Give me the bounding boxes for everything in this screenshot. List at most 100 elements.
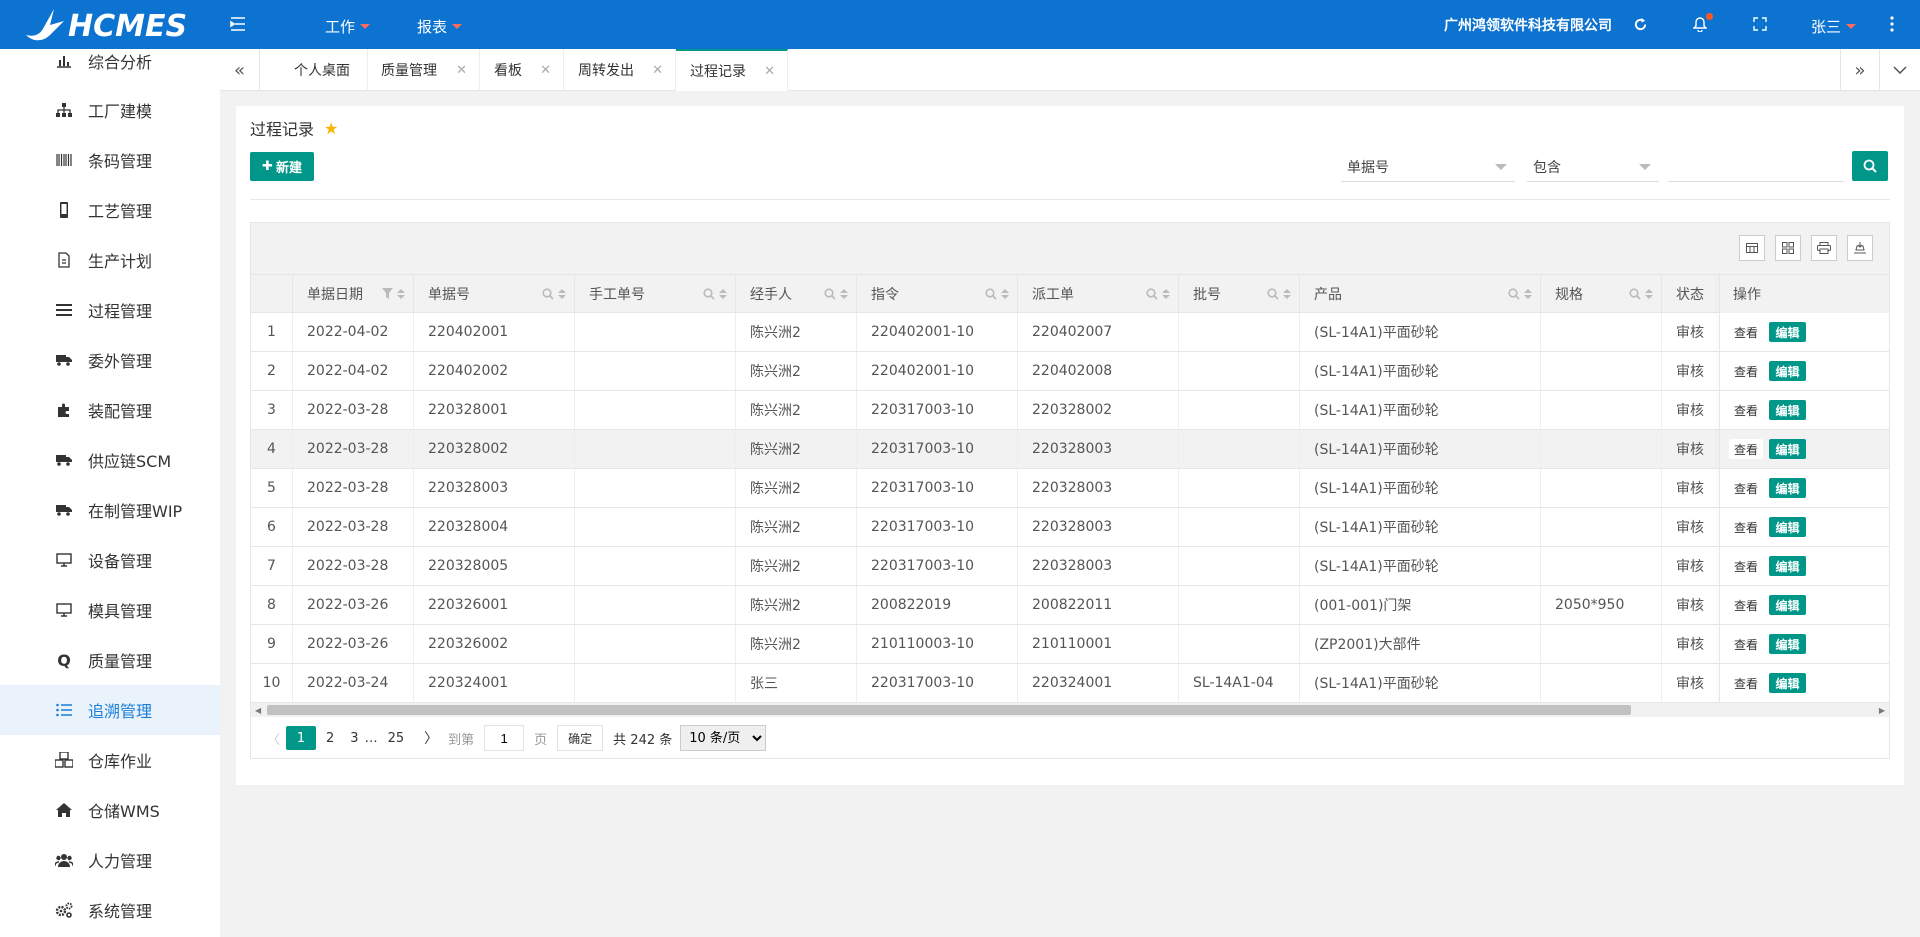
sort-icon[interactable] bbox=[1162, 289, 1170, 299]
edit-button[interactable]: 编辑 bbox=[1769, 595, 1806, 615]
page-3[interactable]: 3 bbox=[344, 726, 364, 750]
view-button[interactable]: 查看 bbox=[1729, 478, 1763, 498]
search-icon[interactable] bbox=[824, 288, 836, 300]
table-row[interactable]: 1 2022-04-02 220402001 陈兴洲2 220402001-10 2204… bbox=[251, 313, 1889, 352]
top-menu-work[interactable]: 工作 bbox=[325, 16, 371, 37]
top-menu-report[interactable]: 报表 bbox=[417, 16, 463, 37]
bell-icon[interactable] bbox=[1690, 13, 1713, 34]
prev-page-icon[interactable]: 〈 bbox=[261, 726, 286, 750]
next-page-icon[interactable]: 〉 bbox=[418, 726, 444, 750]
sidebar-item-warehouse-ops[interactable]: 仓库作业 bbox=[0, 735, 220, 785]
view-button[interactable]: 查看 bbox=[1729, 556, 1763, 576]
sort-icon[interactable] bbox=[1001, 289, 1009, 299]
edit-button[interactable]: 编辑 bbox=[1769, 517, 1806, 537]
table-row[interactable]: 9 2022-03-26 220326002 陈兴洲2 210110003-10 2101… bbox=[251, 625, 1889, 664]
fullscreen-icon[interactable] bbox=[1750, 14, 1770, 34]
columns-icon[interactable] bbox=[1739, 235, 1765, 261]
search-icon[interactable] bbox=[542, 288, 554, 300]
filter-icon[interactable] bbox=[382, 288, 393, 299]
grid-filter-icon[interactable] bbox=[1775, 235, 1801, 261]
sidebar-item-scm[interactable]: 供应链SCM bbox=[0, 435, 220, 485]
scrollbar-thumb[interactable] bbox=[267, 705, 1631, 715]
col-spec[interactable]: 规格 bbox=[1541, 275, 1662, 313]
search-icon[interactable] bbox=[1629, 288, 1641, 300]
sort-icon[interactable] bbox=[719, 289, 727, 299]
view-button[interactable]: 查看 bbox=[1729, 595, 1763, 615]
sidebar-item-hr[interactable]: 人力管理 bbox=[0, 835, 220, 885]
view-button[interactable]: 查看 bbox=[1729, 400, 1763, 420]
view-button[interactable]: 查看 bbox=[1729, 361, 1763, 381]
sidebar-item-factory[interactable]: 工厂建模 bbox=[0, 85, 220, 135]
table-row[interactable]: 6 2022-03-28 220328004 陈兴洲2 220317003-10 2203… bbox=[251, 508, 1889, 547]
search-icon[interactable] bbox=[1267, 288, 1279, 300]
sort-icon[interactable] bbox=[1645, 289, 1653, 299]
goto-page-input[interactable] bbox=[484, 725, 525, 751]
view-button[interactable]: 查看 bbox=[1729, 517, 1763, 537]
table-row[interactable]: 2 2022-04-02 220402002 陈兴洲2 220402001-10 2204… bbox=[251, 352, 1889, 391]
sidebar-item-analysis[interactable]: 综合分析 bbox=[0, 49, 220, 86]
table-row[interactable]: 3 2022-03-28 220328001 陈兴洲2 220317003-10 2203… bbox=[251, 391, 1889, 430]
edit-button[interactable]: 编辑 bbox=[1769, 634, 1806, 654]
star-icon[interactable]: ★ bbox=[324, 119, 338, 138]
sidebar-item-equipment[interactable]: 设备管理 bbox=[0, 535, 220, 585]
tab-desktop[interactable]: 个人桌面 bbox=[260, 49, 368, 91]
col-handler[interactable]: 经手人 bbox=[736, 275, 857, 313]
sidebar-item-wip[interactable]: 在制管理WIP bbox=[0, 485, 220, 535]
print-icon[interactable] bbox=[1811, 235, 1837, 261]
col-doc-no[interactable]: 单据号 bbox=[414, 275, 575, 313]
edit-button[interactable]: 编辑 bbox=[1769, 478, 1806, 498]
col-manual-no[interactable]: 手工单号 bbox=[575, 275, 736, 313]
col-batch[interactable]: 批号 bbox=[1179, 275, 1300, 313]
scroll-left-arrow-icon[interactable]: ◀ bbox=[255, 706, 261, 715]
edit-button[interactable]: 编辑 bbox=[1769, 673, 1806, 693]
close-icon[interactable]: ✕ bbox=[652, 63, 663, 78]
page-1[interactable]: 1 bbox=[286, 726, 317, 750]
view-button[interactable]: 查看 bbox=[1729, 439, 1763, 459]
export-icon[interactable] bbox=[1847, 235, 1873, 261]
new-button[interactable]: ✚ 新建 bbox=[250, 152, 314, 181]
view-button[interactable]: 查看 bbox=[1729, 634, 1763, 654]
search-icon[interactable] bbox=[703, 288, 715, 300]
refresh-icon[interactable] bbox=[1630, 14, 1650, 34]
col-date[interactable]: 单据日期 bbox=[293, 275, 414, 313]
tab-menu-chevron-down-icon[interactable] bbox=[1880, 49, 1920, 91]
sidebar-item-system[interactable]: 系统管理 bbox=[0, 885, 220, 935]
horizontal-scrollbar[interactable]: ◀ ▶ bbox=[251, 703, 1889, 717]
edit-button[interactable]: 编辑 bbox=[1769, 322, 1806, 342]
page-25[interactable]: 25 bbox=[382, 726, 411, 750]
sidebar-item-mold[interactable]: 模具管理 bbox=[0, 585, 220, 635]
tab-turnover[interactable]: 周转发出 ✕ bbox=[564, 49, 676, 91]
sidebar-item-barcode[interactable]: 条码管理 bbox=[0, 135, 220, 185]
tab-quality[interactable]: 质量管理 ✕ bbox=[368, 49, 480, 91]
sidebar-item-assembly[interactable]: 装配管理 bbox=[0, 385, 220, 435]
sort-icon[interactable] bbox=[558, 289, 566, 299]
tab-scroll-right-icon[interactable]: » bbox=[1840, 49, 1880, 91]
tab-scroll-left-icon[interactable]: « bbox=[220, 49, 260, 91]
filter-value-input[interactable] bbox=[1668, 152, 1844, 182]
search-icon[interactable] bbox=[1146, 288, 1158, 300]
edit-button[interactable]: 编辑 bbox=[1769, 556, 1806, 576]
user-menu[interactable]: 张三 bbox=[1811, 16, 1857, 37]
filter-op-select[interactable]: 包含 bbox=[1527, 152, 1659, 182]
close-icon[interactable]: ✕ bbox=[456, 63, 467, 78]
sort-icon[interactable] bbox=[1283, 289, 1291, 299]
table-row[interactable]: 5 2022-03-28 220328003 陈兴洲2 220317003-10 2203… bbox=[251, 469, 1889, 508]
col-product[interactable]: 产品 bbox=[1300, 275, 1541, 313]
sidebar-item-trace[interactable]: 追溯管理 bbox=[0, 685, 220, 735]
page-2[interactable]: 2 bbox=[320, 726, 340, 750]
close-icon[interactable]: ✕ bbox=[540, 63, 551, 78]
menu-toggle-icon[interactable] bbox=[228, 14, 248, 34]
more-vertical-icon[interactable] bbox=[1882, 14, 1902, 34]
view-button[interactable]: 查看 bbox=[1729, 673, 1763, 693]
filter-field-select[interactable]: 单据号 bbox=[1341, 152, 1515, 182]
table-row[interactable]: 10 2022-03-24 220324001 张三 220317003-10 22032… bbox=[251, 664, 1889, 703]
goto-ok-button[interactable]: 确定 bbox=[557, 725, 604, 751]
table-row[interactable]: 4 2022-03-28 220328002 陈兴洲2 220317003-10 2203… bbox=[251, 430, 1889, 469]
sidebar-item-process[interactable]: 工艺管理 bbox=[0, 185, 220, 235]
tab-kanban[interactable]: 看板 ✕ bbox=[480, 49, 564, 91]
edit-button[interactable]: 编辑 bbox=[1769, 400, 1806, 420]
sidebar-item-plan[interactable]: 生产计划 bbox=[0, 235, 220, 285]
page-size-select[interactable]: 10 条/页 bbox=[680, 725, 767, 751]
col-instruction[interactable]: 指令 bbox=[857, 275, 1018, 313]
sort-icon[interactable] bbox=[1524, 289, 1532, 299]
